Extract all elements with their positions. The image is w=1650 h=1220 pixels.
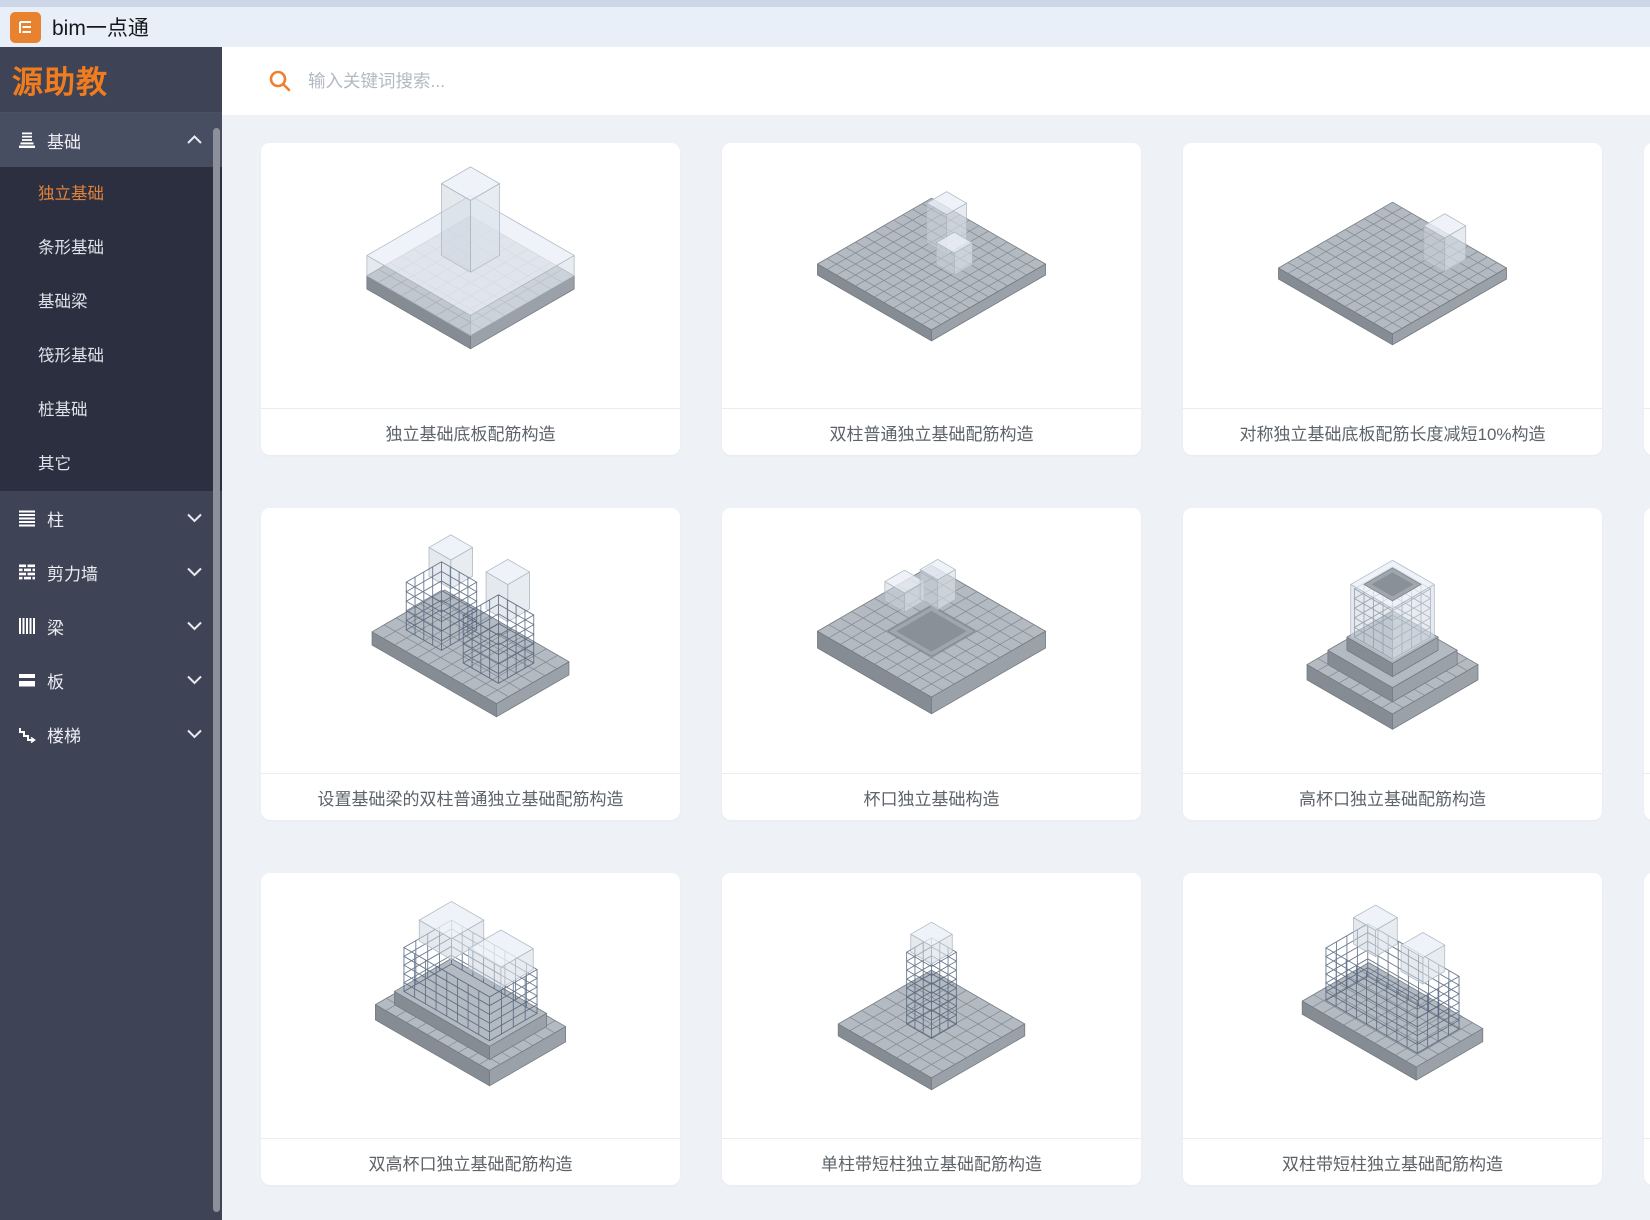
sidebar-item-label: 剪力墙 [47, 560, 98, 585]
sidebar-subitem-foundation-beam[interactable]: 基础梁 [0, 275, 222, 329]
sidebar-scrollbar-thumb[interactable] [213, 128, 220, 1212]
model-card[interactable]: 独立基础底板配筋构造 [261, 143, 680, 455]
model-card-title: 独立基础底板配筋构造 [261, 408, 680, 455]
model-card-title: 对称独立基础底板配筋长度减短10%构造 [1183, 408, 1602, 455]
sidebar-item-shear-wall[interactable]: 剪力墙 [0, 545, 222, 599]
model-thumbnail [722, 143, 1141, 408]
sidebar-item-slab[interactable]: 板 [0, 653, 222, 707]
sidebar-subitem-independent-foundation[interactable]: 独立基础 [0, 167, 222, 221]
beam-icon [18, 617, 36, 635]
stairs-icon [18, 725, 36, 743]
model-thumbnail [261, 143, 680, 408]
model-card[interactable]: 双高杯口独立基础配筋构造 [261, 873, 680, 1185]
sidebar-item-label: 楼梯 [47, 722, 81, 747]
model-card-partial[interactable] [1644, 873, 1650, 1185]
model-card[interactable]: 单柱带短柱独立基础配筋构造 [722, 873, 1141, 1185]
model-thumbnail [722, 873, 1141, 1138]
sidebar-subitem-strip-foundation[interactable]: 条形基础 [0, 221, 222, 275]
model-card[interactable]: 杯口独立基础构造 [722, 508, 1141, 820]
sidebar-item-label: 基础 [47, 128, 81, 153]
sidebar-subitem-raft-foundation[interactable]: 筏形基础 [0, 329, 222, 383]
model-thumbnail [1183, 873, 1602, 1138]
shearwall-icon [18, 563, 36, 581]
sidebar-subitem-other[interactable]: 其它 [0, 437, 222, 491]
browser-title-bar: bim一点通 [0, 0, 1650, 47]
chevron-down-icon [187, 621, 202, 631]
foundation-icon [18, 131, 36, 149]
model-card-title: 设置基础梁的双柱普通独立基础配筋构造 [261, 773, 680, 820]
sidebar-item-label: 板 [47, 668, 64, 693]
model-card[interactable]: 双柱带短柱独立基础配筋构造 [1183, 873, 1602, 1185]
model-card-title: 高杯口独立基础配筋构造 [1183, 773, 1602, 820]
column-icon [18, 509, 36, 527]
chevron-down-icon [187, 513, 202, 523]
chevron-down-icon [187, 675, 202, 685]
model-card[interactable]: 高杯口独立基础配筋构造 [1183, 508, 1602, 820]
model-card-title: 杯口独立基础构造 [722, 773, 1141, 820]
model-thumbnail [261, 873, 680, 1138]
sidebar-item-foundation[interactable]: 基础 [0, 113, 222, 167]
model-card-title: 单柱带短柱独立基础配筋构造 [722, 1138, 1141, 1185]
sidebar-item-label: 柱 [47, 506, 64, 531]
model-card-title: 双柱带短柱独立基础配筋构造 [1183, 1138, 1602, 1185]
search-icon [268, 69, 292, 93]
model-card[interactable]: 双柱普通独立基础配筋构造 [722, 143, 1141, 455]
sidebar: 源助教 基础 独立基础 条形基础 基础梁 筏形基础 桩基础 其它 柱 [0, 47, 222, 1220]
page-title: bim一点通 [52, 12, 149, 42]
sidebar-item-label: 梁 [47, 614, 64, 639]
app-logo: 源助教 [0, 47, 222, 113]
model-thumbnail [722, 508, 1141, 773]
model-thumbnail [1644, 143, 1650, 408]
model-card-partial[interactable] [1644, 508, 1650, 820]
model-card-title: 双柱普通独立基础配筋构造 [722, 408, 1141, 455]
model-thumbnail [1644, 873, 1650, 1138]
sidebar-item-stairs[interactable]: 楼梯 [0, 707, 222, 761]
chevron-up-icon [187, 135, 202, 145]
model-card[interactable]: 设置基础梁的双柱普通独立基础配筋构造 [261, 508, 680, 820]
chevron-down-icon [187, 729, 202, 739]
sidebar-item-beam[interactable]: 梁 [0, 599, 222, 653]
bim-logo-icon [10, 12, 41, 43]
slab-icon [18, 671, 36, 689]
model-card-partial[interactable] [1644, 143, 1650, 455]
foundation-submenu: 独立基础 条形基础 基础梁 筏形基础 桩基础 其它 [0, 167, 222, 491]
model-card-title: 双高杯口独立基础配筋构造 [261, 1138, 680, 1185]
search-input[interactable] [306, 70, 1010, 93]
model-thumbnail [1183, 143, 1602, 408]
sidebar-subitem-pile-foundation[interactable]: 桩基础 [0, 383, 222, 437]
model-thumbnail [1183, 508, 1602, 773]
model-thumbnail [1644, 508, 1650, 773]
chevron-down-icon [187, 567, 202, 577]
model-thumbnail [261, 508, 680, 773]
search-bar [222, 47, 1650, 115]
sidebar-item-column[interactable]: 柱 [0, 491, 222, 545]
model-card[interactable]: 对称独立基础底板配筋长度减短10%构造 [1183, 143, 1602, 455]
